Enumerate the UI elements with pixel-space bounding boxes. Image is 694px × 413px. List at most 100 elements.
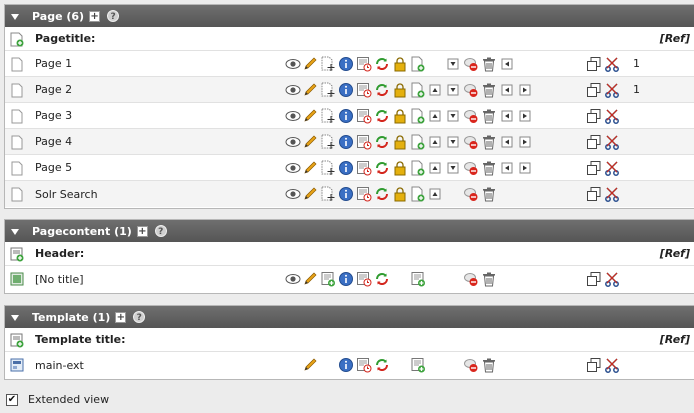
move-left-icon[interactable] xyxy=(499,56,515,72)
hide-icon[interactable] xyxy=(463,186,479,202)
cut-scissors-icon[interactable] xyxy=(604,82,620,98)
refresh-icon[interactable] xyxy=(374,357,390,373)
edit-pencil-icon[interactable] xyxy=(302,271,318,287)
expand-plus-icon[interactable]: + xyxy=(89,10,101,22)
copy-icon[interactable] xyxy=(586,108,602,124)
page-title[interactable]: Page 4 xyxy=(35,135,72,148)
copy-icon[interactable] xyxy=(586,186,602,202)
new-page-icon[interactable] xyxy=(410,134,426,150)
move-page-icon[interactable] xyxy=(320,82,336,98)
move-up-icon[interactable] xyxy=(427,108,443,124)
move-up-icon[interactable] xyxy=(427,186,443,202)
ref-count[interactable]: 1 xyxy=(633,83,640,96)
move-down-icon[interactable] xyxy=(445,56,461,72)
delete-trash-icon[interactable] xyxy=(481,357,497,373)
page-title[interactable]: Page 2 xyxy=(35,83,72,96)
copy-icon[interactable] xyxy=(586,82,602,98)
refresh-icon[interactable] xyxy=(374,108,390,124)
cut-scissors-icon[interactable] xyxy=(604,271,620,287)
expand-plus-icon[interactable]: + xyxy=(136,225,148,237)
info-icon[interactable] xyxy=(338,108,354,124)
copy-icon[interactable] xyxy=(586,357,602,373)
info-icon[interactable] xyxy=(338,160,354,176)
new-page-icon[interactable] xyxy=(410,82,426,98)
page-title[interactable]: Solr Search xyxy=(35,188,98,201)
info-icon[interactable] xyxy=(338,357,354,373)
move-right-icon[interactable] xyxy=(517,160,533,176)
hide-icon[interactable] xyxy=(463,134,479,150)
refresh-icon[interactable] xyxy=(374,271,390,287)
delete-trash-icon[interactable] xyxy=(481,82,497,98)
extended-view-toggle[interactable]: ✔ Extended view xyxy=(6,393,109,406)
collapse-arrow-icon[interactable] xyxy=(11,12,20,21)
move-down-icon[interactable] xyxy=(445,160,461,176)
new-template-icon[interactable] xyxy=(10,333,24,348)
edit-pencil-icon[interactable] xyxy=(302,56,318,72)
history-icon[interactable] xyxy=(356,357,372,373)
move-page-icon[interactable] xyxy=(320,134,336,150)
template-title[interactable]: main-ext xyxy=(35,359,84,372)
copy-icon[interactable] xyxy=(586,271,602,287)
move-right-icon[interactable] xyxy=(517,108,533,124)
cut-scissors-icon[interactable] xyxy=(604,186,620,202)
edit-pencil-icon[interactable] xyxy=(302,134,318,150)
history-icon[interactable] xyxy=(356,82,372,98)
info-icon[interactable] xyxy=(338,134,354,150)
cut-scissors-icon[interactable] xyxy=(604,160,620,176)
view-icon[interactable] xyxy=(285,56,301,72)
info-icon[interactable] xyxy=(338,186,354,202)
help-icon[interactable]: ? xyxy=(133,311,146,323)
move-page-icon[interactable] xyxy=(320,56,336,72)
refresh-icon[interactable] xyxy=(374,56,390,72)
move-left-icon[interactable] xyxy=(499,160,515,176)
help-icon[interactable]: ? xyxy=(154,225,167,237)
cut-scissors-icon[interactable] xyxy=(604,108,620,124)
move-page-icon[interactable] xyxy=(320,160,336,176)
edit-pencil-icon[interactable] xyxy=(302,160,318,176)
lock-icon[interactable] xyxy=(392,134,408,150)
lock-icon[interactable] xyxy=(392,82,408,98)
new-page-icon[interactable] xyxy=(410,108,426,124)
page-title[interactable]: Page 3 xyxy=(35,109,72,122)
move-down-icon[interactable] xyxy=(445,82,461,98)
info-icon[interactable] xyxy=(338,82,354,98)
lock-icon[interactable] xyxy=(392,160,408,176)
edit-pencil-icon[interactable] xyxy=(302,82,318,98)
move-down-icon[interactable] xyxy=(445,134,461,150)
history-icon[interactable] xyxy=(356,108,372,124)
hide-icon[interactable] xyxy=(463,160,479,176)
view-icon[interactable] xyxy=(285,108,301,124)
refresh-icon[interactable] xyxy=(374,186,390,202)
move-right-icon[interactable] xyxy=(517,134,533,150)
move-up-icon[interactable] xyxy=(427,134,443,150)
view-icon[interactable] xyxy=(285,160,301,176)
hide-icon[interactable] xyxy=(463,357,479,373)
move-right-icon[interactable] xyxy=(517,82,533,98)
new-page-icon[interactable] xyxy=(410,56,426,72)
history-icon[interactable] xyxy=(356,271,372,287)
move-up-icon[interactable] xyxy=(427,82,443,98)
history-icon[interactable] xyxy=(356,134,372,150)
delete-trash-icon[interactable] xyxy=(481,271,497,287)
collapse-arrow-icon[interactable] xyxy=(11,313,20,322)
new-record-icon[interactable] xyxy=(410,357,426,373)
collapse-arrow-icon[interactable] xyxy=(11,227,20,236)
delete-trash-icon[interactable] xyxy=(481,134,497,150)
lock-icon[interactable] xyxy=(392,56,408,72)
move-up-icon[interactable] xyxy=(427,160,443,176)
view-icon[interactable] xyxy=(285,82,301,98)
move-page-icon[interactable] xyxy=(320,108,336,124)
refresh-icon[interactable] xyxy=(374,82,390,98)
expand-plus-icon[interactable]: + xyxy=(115,311,127,323)
hide-icon[interactable] xyxy=(463,82,479,98)
delete-trash-icon[interactable] xyxy=(481,56,497,72)
copy-icon[interactable] xyxy=(586,160,602,176)
delete-trash-icon[interactable] xyxy=(481,160,497,176)
move-left-icon[interactable] xyxy=(499,134,515,150)
history-icon[interactable] xyxy=(356,186,372,202)
move-down-icon[interactable] xyxy=(445,108,461,124)
copy-icon[interactable] xyxy=(586,134,602,150)
info-icon[interactable] xyxy=(338,56,354,72)
edit-pencil-icon[interactable] xyxy=(302,108,318,124)
info-icon[interactable] xyxy=(338,271,354,287)
